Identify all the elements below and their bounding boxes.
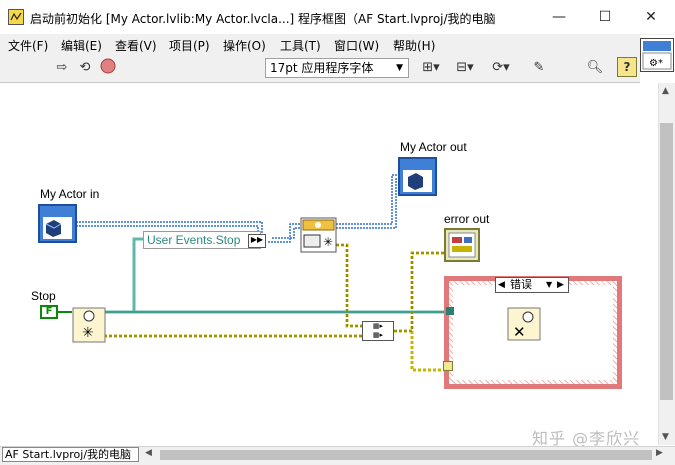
chevron-down-icon: ▼ xyxy=(396,63,403,73)
case-prev-arrow-icon[interactable]: ◀ xyxy=(498,278,505,292)
svg-text:✳: ✳ xyxy=(323,235,333,249)
bundle-output-icon: ▶▶ xyxy=(248,234,266,248)
project-path-field[interactable]: AF Start.lvproj/我的电脑 xyxy=(2,447,139,462)
case-next-arrow-icon[interactable]: ▶ xyxy=(557,278,564,292)
chevron-down-icon[interactable]: ▼ xyxy=(546,278,552,292)
menu-edit[interactable]: 编辑(E) xyxy=(61,37,102,54)
cleanup-diagram-icon[interactable]: ✎ xyxy=(528,58,550,78)
menu-help[interactable]: 帮助(H) xyxy=(393,37,435,54)
maximize-button[interactable]: ☐ xyxy=(582,0,628,34)
align-objects-icon[interactable]: ⊞▾ xyxy=(418,58,444,78)
menu-window[interactable]: 窗口(W) xyxy=(334,37,379,54)
case-tunnel xyxy=(446,307,454,315)
distribute-objects-icon[interactable]: ⊟▾ xyxy=(452,58,478,78)
window-title: 启动前初始化 [My Actor.lvlib:My Actor.lvcla...… xyxy=(30,12,496,26)
unbundle-by-name-node[interactable]: User Events.Stop xyxy=(143,231,261,249)
scroll-down-icon[interactable]: ▼ xyxy=(662,432,669,442)
connector-pane-icon[interactable]: ⚙* xyxy=(640,38,674,72)
menu-operate[interactable]: 操作(O) xyxy=(223,37,266,54)
diagram-wires xyxy=(58,174,508,372)
scroll-up-icon[interactable]: ▲ xyxy=(662,86,669,96)
svg-text:✕: ✕ xyxy=(513,323,526,341)
menu-file[interactable]: 文件(F) xyxy=(8,37,48,54)
scroll-right-icon[interactable]: ▶ xyxy=(656,448,663,458)
minimize-button[interactable]: — xyxy=(536,0,582,34)
stop-sign-icon xyxy=(100,58,116,74)
vi-icon: ⚙* xyxy=(642,41,672,70)
error-out-indicator[interactable] xyxy=(444,228,480,262)
unbundle-element-label: User Events.Stop xyxy=(147,233,241,247)
case-selector-terminal xyxy=(443,361,453,371)
abort-icon[interactable] xyxy=(98,58,118,78)
close-button[interactable]: ✕ xyxy=(628,0,674,34)
actor-in-label: My Actor in xyxy=(40,187,100,201)
reorder-icon[interactable]: ⟳▾ xyxy=(488,58,514,78)
error-out-label: error out xyxy=(444,212,490,226)
actor-out-indicator[interactable] xyxy=(398,157,438,197)
run-arrow-icon[interactable]: ⇨ xyxy=(52,58,72,78)
error-wire[interactable] xyxy=(104,243,448,372)
stop-label: Stop xyxy=(31,289,56,303)
svg-text:⚙*: ⚙* xyxy=(649,58,663,69)
actor-in-terminal[interactable] xyxy=(38,204,78,244)
labview-app-icon xyxy=(8,9,24,25)
scroll-left-icon[interactable]: ◀ xyxy=(145,448,152,458)
menu-tools[interactable]: 工具(T) xyxy=(280,37,321,54)
horizontal-scroll-thumb[interactable] xyxy=(160,450,652,460)
generate-user-event-node[interactable]: ✕ xyxy=(507,307,541,341)
menu-project[interactable]: 项目(P) xyxy=(169,37,210,54)
run-continuously-icon[interactable]: ⟲ xyxy=(75,58,95,78)
search-icon[interactable]: 🔍︎ xyxy=(585,58,605,78)
register-events-node[interactable]: ✳ xyxy=(300,217,337,253)
merge-errors-node[interactable]: ▦▸ ▦▸ xyxy=(362,321,394,341)
svg-text:✳: ✳ xyxy=(82,325,94,341)
case-selector-value: 错误 xyxy=(510,278,532,291)
font-select[interactable]: 17pt 应用程序字体 ▼ xyxy=(265,58,409,78)
stop-boolean-constant[interactable]: F xyxy=(40,305,58,319)
font-select-value: 17pt 应用程序字体 xyxy=(270,61,374,75)
create-user-event-node[interactable]: ✳ xyxy=(72,307,106,343)
actor-out-label: My Actor out xyxy=(400,140,467,154)
menu-view[interactable]: 查看(V) xyxy=(115,37,157,54)
vertical-scroll-thumb[interactable] xyxy=(660,123,673,400)
case-selector[interactable]: ◀ 错误 ▼ ▶ xyxy=(495,277,569,293)
context-help-button[interactable]: ? xyxy=(617,57,637,77)
